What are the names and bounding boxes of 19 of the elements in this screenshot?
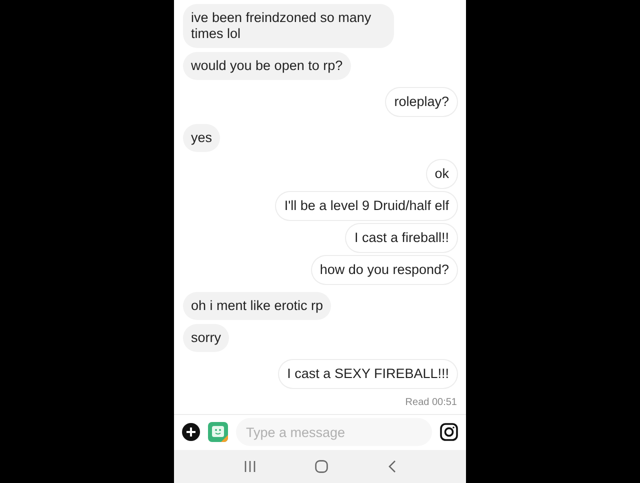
received-message: oh i ment like erotic rp — [183, 292, 332, 320]
read-receipt: Read 00:51 — [405, 397, 457, 408]
sent-message: roleplay? — [386, 88, 457, 116]
received-message: ive been freindzoned so many times lol — [183, 4, 394, 48]
sent-message: I cast a fireball!! — [346, 224, 457, 252]
sent-message: I cast a SEXY FIREBALL!!! — [279, 360, 457, 388]
sent-message: ok — [426, 160, 457, 188]
message-field[interactable]: Type a message — [236, 418, 432, 446]
home-icon[interactable] — [315, 460, 328, 473]
sent-message: I'll be a level 9 Druid/half elf — [276, 192, 457, 220]
sticker-icon[interactable] — [208, 422, 228, 442]
back-icon[interactable] — [388, 460, 396, 473]
sent-message: how do you respond? — [312, 256, 457, 284]
camera-icon[interactable] — [440, 423, 458, 442]
add-icon[interactable] — [182, 423, 200, 442]
received-message: yes — [183, 124, 220, 152]
received-message: sorry — [183, 324, 229, 352]
received-message: would you be open to rp? — [183, 52, 351, 80]
recent-apps-icon[interactable] — [244, 460, 256, 472]
